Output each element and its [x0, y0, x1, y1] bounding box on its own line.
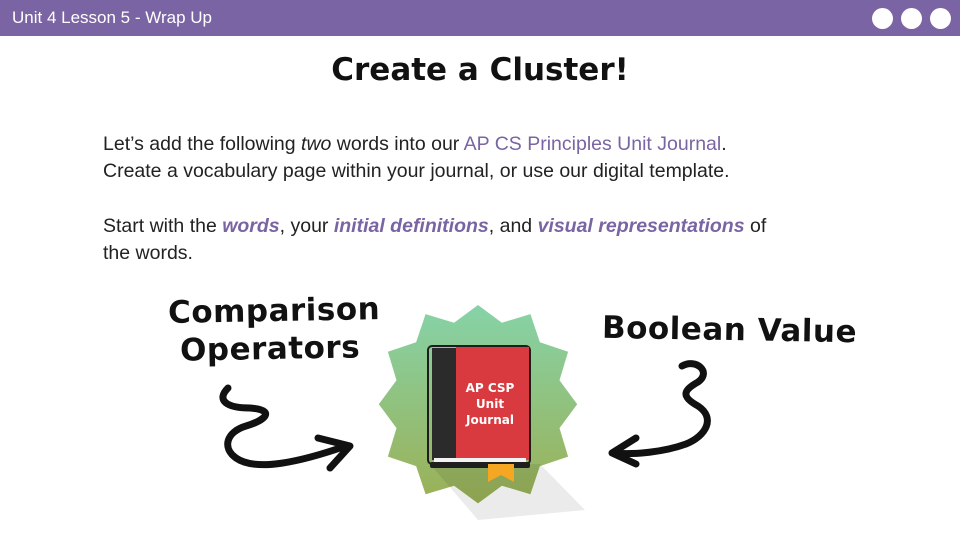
vocab-word-comparison: Comparison: [167, 291, 381, 331]
book-label-line-1: AP CSP: [465, 381, 515, 395]
book-label-line-3: Journal: [466, 413, 514, 427]
book-label-line-2: Unit: [475, 397, 505, 411]
curly-arrow-right: [608, 360, 711, 468]
curly-arrow-left: [219, 384, 354, 472]
cluster-graphic: [219, 305, 711, 520]
vocab-word-operators: Operators: [179, 329, 361, 369]
vocab-word-boolean-value: Boolean Value: [601, 309, 858, 351]
